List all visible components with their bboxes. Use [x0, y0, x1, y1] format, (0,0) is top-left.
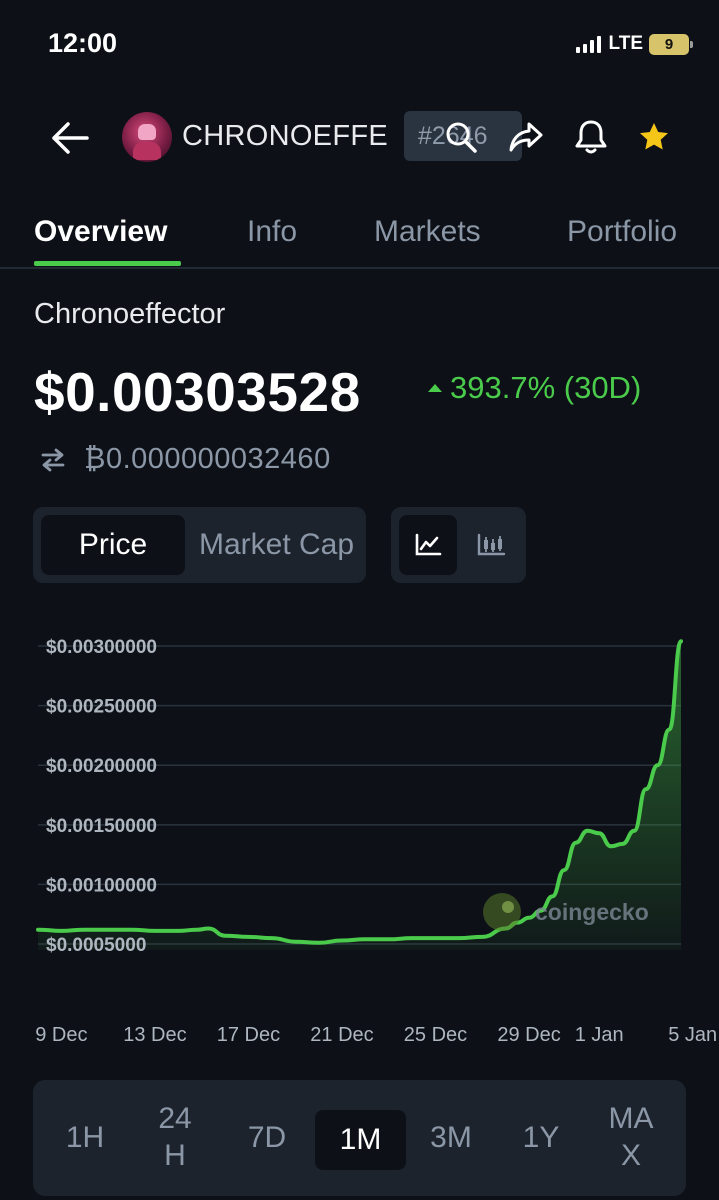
chart-type-toggle — [391, 507, 526, 583]
search-button[interactable] — [440, 116, 482, 158]
active-tab-indicator — [34, 261, 181, 266]
coin-header: CHRONOEFFE #2646 — [0, 100, 719, 174]
line-chart-button[interactable] — [399, 515, 457, 575]
coin-symbol: CHRONOEFFE — [182, 120, 388, 152]
range-1m[interactable]: 1M — [315, 1110, 406, 1170]
coin-logo — [122, 112, 172, 162]
y-axis-label: $0.00200000 — [46, 756, 157, 777]
y-axis-label: $0.00100000 — [46, 875, 157, 896]
x-axis-label: 17 Dec — [217, 1024, 280, 1046]
tab-info[interactable]: Info — [247, 215, 297, 249]
range-max[interactable]: MA X — [599, 1080, 663, 1196]
x-axis-label: 25 Dec — [404, 1024, 467, 1046]
line-chart-icon — [415, 533, 442, 556]
current-price: $0.00303528 — [34, 361, 361, 423]
btc-price: ₿0.000000032460 — [84, 443, 331, 475]
signal-icon — [575, 35, 601, 53]
price-change-value: 393.7% (30D) — [450, 370, 642, 405]
price-change: 393.7% (30D) — [428, 370, 641, 406]
status-indicators: LTE 9 — [575, 33, 693, 55]
tab-portfolio[interactable]: Portfolio — [567, 215, 677, 249]
share-button[interactable] — [505, 116, 547, 158]
back-arrow-icon — [52, 122, 89, 154]
time-range-selector: 1H 24 H 7D 1M 3M 1Y MA X — [33, 1080, 686, 1196]
x-axis-label: 21 Dec — [310, 1024, 373, 1046]
tab-bar: Overview Info Markets Portfolio — [0, 200, 719, 269]
alert-button[interactable] — [570, 116, 612, 158]
coingecko-logo — [483, 893, 521, 931]
x-axis-label: 9 Dec — [35, 1024, 87, 1046]
range-24h[interactable]: 24 H — [145, 1080, 205, 1196]
price-chart[interactable]: coingecko $0.00300000 $0.00250000 $0.00200… — [0, 620, 719, 1060]
star-icon — [640, 123, 668, 150]
candlestick-chart-icon — [477, 533, 506, 556]
back-button[interactable] — [48, 118, 92, 158]
tab-overview[interactable]: Overview — [34, 215, 167, 249]
swap-icon — [41, 448, 65, 471]
tab-markets[interactable]: Markets — [374, 215, 481, 249]
btc-price-row: ₿0.000000032460 — [40, 443, 331, 476]
x-axis-label: 1 Jan — [575, 1024, 624, 1046]
y-axis-label: $0.0005000 — [46, 935, 146, 956]
status-bar: 12:00 LTE 9 — [0, 0, 719, 90]
search-icon — [446, 122, 477, 153]
y-axis-label: $0.00250000 — [46, 697, 157, 718]
battery-level: 9 — [664, 35, 674, 53]
network-label: LTE — [608, 33, 643, 54]
coin-name: Chronoeffector — [34, 298, 226, 330]
candlestick-chart-button[interactable] — [463, 515, 519, 575]
watermark-text: coingecko — [535, 899, 649, 925]
bell-icon — [575, 120, 607, 154]
market-cap-toggle[interactable]: Market Cap — [191, 515, 361, 575]
y-axis-label: $0.00300000 — [46, 637, 157, 658]
x-axis-label: 13 Dec — [123, 1024, 186, 1046]
metric-toggle: Price Market Cap — [33, 507, 366, 583]
price-toggle[interactable]: Price — [41, 515, 185, 575]
x-axis-label: 29 Dec — [497, 1024, 560, 1046]
y-axis-label: $0.00150000 — [46, 816, 157, 837]
range-1h[interactable]: 1H — [57, 1080, 113, 1196]
x-axis-label: 5 Jan — [668, 1024, 717, 1046]
favorite-button[interactable] — [633, 116, 675, 158]
battery-icon: 9 — [649, 33, 693, 55]
share-icon — [509, 122, 543, 152]
range-7d[interactable]: 7D — [237, 1080, 297, 1196]
range-1y[interactable]: 1Y — [511, 1080, 571, 1196]
up-arrow-icon — [428, 384, 442, 392]
range-3m[interactable]: 3M — [419, 1080, 483, 1196]
status-time: 12:00 — [48, 28, 118, 58]
